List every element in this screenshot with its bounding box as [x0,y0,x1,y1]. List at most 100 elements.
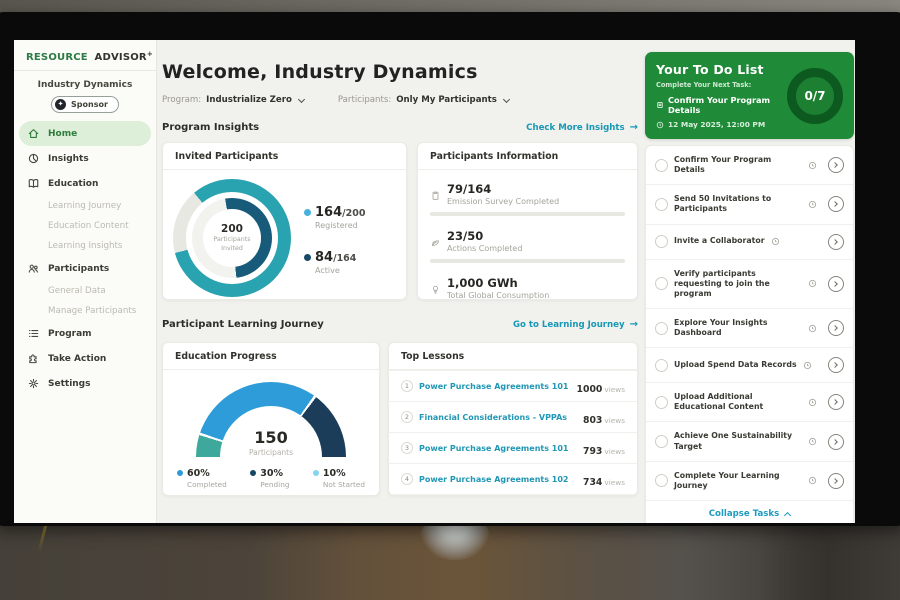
task-clock-icon [808,324,817,333]
legend-denominator: /200 [342,208,365,219]
monitor-bezel: RESOURCE ADVISOR+ Industry Dynamics ✦ Sp… [0,12,900,526]
legend-item-pending: 30% Pending [250,467,289,489]
views-word: views [604,385,625,394]
program-dropdown[interactable]: Program: Industrialize Zero [162,95,304,105]
sidebar-item-home[interactable]: Home [19,121,151,146]
donut-center-value: 200 [221,223,243,235]
filter-bar: Program: Industrialize Zero Participants… [162,95,509,105]
sidebar-item-learning-insights[interactable]: Learning Insights [19,236,151,256]
task-checkbox[interactable] [655,198,668,211]
lesson-row: 1 Power Purchase Agreements 101 1000view… [389,370,637,401]
task-open-button[interactable] [828,157,844,173]
task-row[interactable]: Invite a Collaborator [646,225,853,260]
task-row[interactable]: Upload Additional Educational Content [646,383,853,422]
lesson-row: 5 Power Purchase Agreements 103 600views [389,494,637,496]
task-row[interactable]: Complete Your Learning Journey [646,462,853,501]
task-open-button[interactable] [828,320,844,336]
sidebar-item-general-data[interactable]: General Data [19,281,151,301]
participants-dropdown-value: Only My Participants [396,95,497,105]
legend-denominator: /164 [333,253,356,264]
sponsor-badge[interactable]: ✦ Sponsor [51,96,119,113]
task-checkbox[interactable] [655,277,668,290]
chevron-right-icon [832,239,838,245]
task-row[interactable]: Explore Your Insights Dashboard [646,309,853,348]
sidebar-item-education[interactable]: Education [19,171,151,196]
lesson-link[interactable]: Power Purchase Agreements 101 [419,382,577,391]
invited-participants-card: Invited Participants 200 Participants In… [162,142,407,300]
stat-value: 79/164 [447,182,625,196]
stat-label: Emission Survey Completed [447,197,625,206]
lesson-link[interactable]: Power Purchase Agreements 101 [419,444,583,453]
todo-title: Your To Do List [656,62,779,77]
go-to-learning-journey-link[interactable]: Go to Learning Journey → [513,319,638,330]
stat-value: 1,000 GWh [447,276,625,290]
legend-dot [177,470,183,476]
chevron-right-icon [832,202,838,208]
task-checkbox[interactable] [655,235,668,248]
sidebar-item-program[interactable]: Program [19,321,151,346]
collapse-tasks-link[interactable]: Collapse Tasks [646,501,853,523]
task-checkbox[interactable] [655,474,668,487]
task-label: Verify participants requesting to join t… [674,269,802,299]
chevron-down-icon [298,95,305,102]
task-open-button[interactable] [828,434,844,450]
gear-icon [27,377,40,390]
participants-dropdown[interactable]: Participants: Only My Participants [338,95,509,105]
chevron-right-icon [832,478,838,484]
lesson-link[interactable]: Financial Considerations - VPPAs [419,413,583,422]
task-checkbox[interactable] [655,159,668,172]
task-row[interactable]: Upload Spend Data Records [646,348,853,383]
chevron-up-icon [784,512,791,519]
section-title: Program Insights [162,122,259,133]
sidebar-item-manage-participants[interactable]: Manage Participants [19,301,151,321]
task-row[interactable]: Verify participants requesting to join t… [646,260,853,309]
card-title: Invited Participants [163,143,406,170]
invited-card-body: 200 Participants Invited 164/200 Registe… [163,170,406,300]
task-row[interactable]: Send 50 Invitations to Participants [646,185,853,224]
sidebar-item-learning-journey[interactable]: Learning Journey [19,196,151,216]
sidebar-item-participants[interactable]: Participants [19,256,151,281]
task-open-button[interactable] [828,357,844,373]
task-label: Upload Spend Data Records [674,360,797,370]
task-label: Send 50 Invitations to Participants [674,194,802,214]
sidebar-item-settings[interactable]: Settings [19,371,151,396]
legend-value: 30% [260,468,289,479]
sidebar-item-take-action[interactable]: Take Action [19,346,151,371]
task-checkbox[interactable] [655,435,668,448]
donut-center-caption: Participants Invited [211,236,253,252]
sponsor-badge-label: Sponsor [71,100,108,109]
task-checkbox[interactable] [655,322,668,335]
main-content: Welcome, Industry Dynamics Program: Indu… [157,40,642,523]
check-more-insights-link[interactable]: Check More Insights → [526,122,638,133]
legend-label: Active [315,266,365,275]
task-row[interactable]: Achieve One Sustainability Target [646,422,853,461]
rank-badge: 1 [401,380,413,392]
puzzle-icon [27,352,40,365]
sidebar-item-insights[interactable]: Insights [19,146,151,171]
lesson-link[interactable]: Power Purchase Agreements 102 [419,475,583,484]
task-checkbox[interactable] [655,359,668,372]
top-lessons-card: Top Lessons 1 Power Purchase Agreements … [388,342,638,496]
task-open-button[interactable] [828,276,844,292]
task-open-button[interactable] [828,234,844,250]
task-row[interactable]: Confirm Your Program Details [646,146,853,185]
chevron-right-icon [832,362,838,368]
sidebar-item-label: Manage Participants [48,306,136,316]
task-label: Confirm Your Program Details [674,155,802,175]
program-insights-section-header: Program Insights Check More Insights → [162,122,638,133]
invited-donut-chart: 200 Participants Invited [173,179,291,297]
task-open-button[interactable] [828,473,844,489]
views-word: views [604,416,625,425]
task-checkbox[interactable] [655,396,668,409]
logo-text-secondary: ADVISOR [95,52,147,63]
sidebar-item-education-content[interactable]: Education Content [19,216,151,236]
sidebar-item-label: General Data [48,286,106,296]
donut-legend: 164/200 Registered 84/164 Active [304,201,365,275]
clock-icon [656,121,664,129]
stat-label: Total Global Consumption [447,291,625,300]
program-dropdown-label: Program: [162,95,201,105]
task-open-button[interactable] [828,196,844,212]
task-open-button[interactable] [828,394,844,410]
sidebar-item-label: Learning Insights [48,241,122,251]
todo-progress-value: 0/7 [804,89,825,103]
